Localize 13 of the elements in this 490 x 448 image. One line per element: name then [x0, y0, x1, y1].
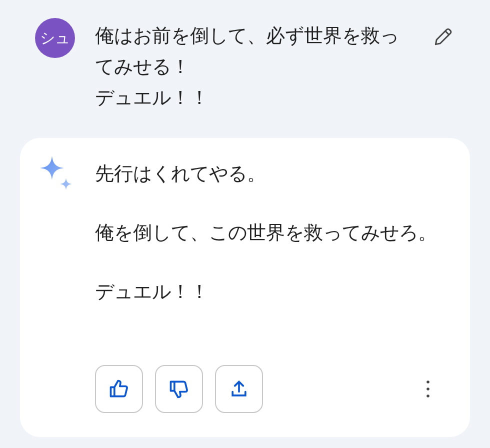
edit-icon[interactable] [432, 26, 454, 48]
response-text: デュエル！！ [95, 280, 210, 305]
response-text: 先行はくれてやる。 [95, 162, 267, 187]
thumbs-up-icon [108, 378, 130, 400]
response-text: 俺を倒して、この世界を救ってみせろ。 [95, 221, 437, 246]
dislike-button[interactable] [155, 365, 203, 413]
thumbs-down-icon [168, 378, 190, 400]
more-icon[interactable] [426, 380, 430, 398]
user-message: デュエル！！ [95, 86, 210, 111]
like-button[interactable] [95, 365, 143, 413]
user-avatar: シュ [35, 18, 75, 58]
share-button[interactable] [215, 365, 263, 413]
user-message: 俺はお前を倒して、必ず世界を救ってみせる！ [95, 24, 400, 80]
